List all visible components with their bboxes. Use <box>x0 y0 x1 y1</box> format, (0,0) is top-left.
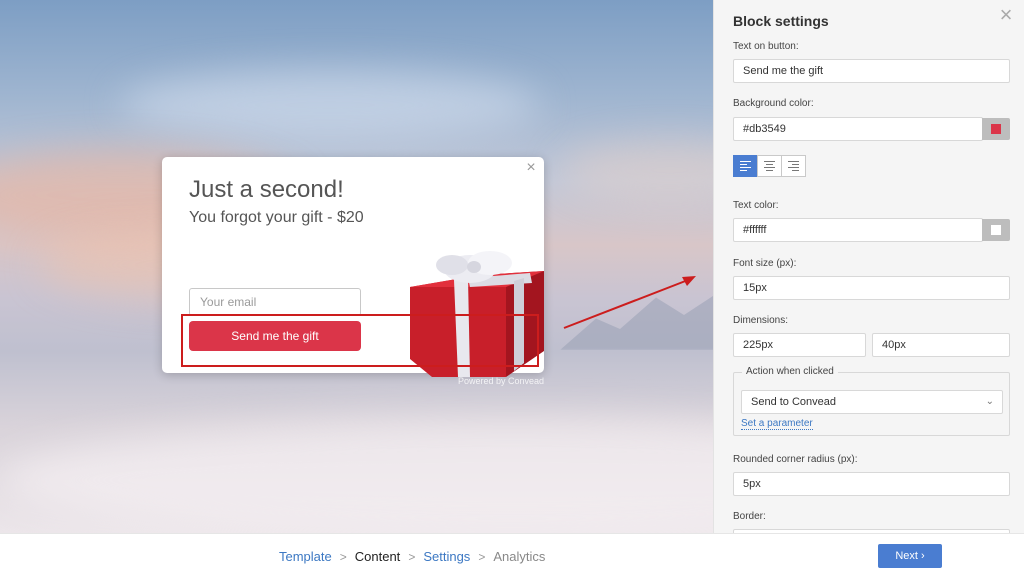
background-cloud <box>120 70 540 140</box>
align-center-icon <box>764 159 775 173</box>
chevron-right-icon: > <box>478 549 486 564</box>
dimensions-label: Dimensions: <box>733 315 789 326</box>
align-right-button[interactable] <box>781 155 806 177</box>
panel-close-icon[interactable]: × <box>994 4 1018 28</box>
action-select[interactable]: Send to Convead ⌄ <box>741 390 1003 414</box>
panel-title: Block settings <box>733 13 829 29</box>
align-center-button[interactable] <box>757 155 782 177</box>
text-alignment-group <box>733 155 807 177</box>
action-when-clicked-group: Action when clicked Send to Convead ⌄ Se… <box>733 366 1010 436</box>
popup-email-input[interactable] <box>189 288 361 316</box>
text-color-input[interactable] <box>733 218 983 242</box>
text-on-button-input[interactable] <box>733 59 1010 83</box>
pointer-arrow <box>563 276 696 329</box>
chevron-right-icon: > <box>339 549 347 564</box>
corner-radius-label: Rounded corner radius (px): <box>733 454 858 465</box>
next-button[interactable]: Next › <box>878 544 942 568</box>
wizard-footer: Template > Content > Settings > Analytic… <box>0 533 1024 576</box>
powered-by-label: Powered by Convead <box>457 376 544 386</box>
step-settings[interactable]: Settings <box>423 549 470 564</box>
popup-subtitle[interactable]: You forgot your gift - $20 <box>189 209 364 227</box>
text-color-picker[interactable] <box>982 219 1010 241</box>
wizard-steps: Template > Content > Settings > Analytic… <box>279 549 545 564</box>
font-size-input[interactable] <box>733 276 1010 300</box>
step-analytics[interactable]: Analytics <box>493 549 545 564</box>
corner-radius-input[interactable] <box>733 472 1010 496</box>
popup-title[interactable]: Just a second! <box>189 176 344 204</box>
height-input[interactable] <box>872 333 1010 357</box>
align-left-button[interactable] <box>733 155 758 177</box>
color-swatch-icon <box>991 124 1001 134</box>
border-label: Border: <box>733 511 766 522</box>
set-parameter-link[interactable]: Set a parameter <box>741 418 813 430</box>
font-size-label: Font size (px): <box>733 258 797 269</box>
background-color-picker[interactable] <box>982 118 1010 140</box>
text-on-button-label: Text on button: <box>733 41 799 52</box>
background-color-label: Background color: <box>733 98 814 109</box>
selected-block-highlight <box>181 314 539 367</box>
step-content[interactable]: Content <box>355 549 401 564</box>
action-select-value: Send to Convead <box>751 396 837 408</box>
align-left-icon <box>740 159 751 173</box>
color-swatch-icon <box>991 225 1001 235</box>
background-color-input[interactable] <box>733 117 983 141</box>
popup-close-icon[interactable]: × <box>524 160 538 176</box>
chevron-right-icon: > <box>408 549 416 564</box>
chevron-down-icon: ⌄ <box>985 396 994 407</box>
text-color-label: Text color: <box>733 200 779 211</box>
block-settings-panel: Block settings × Text on button: Backgro… <box>713 0 1024 533</box>
step-template[interactable]: Template <box>279 549 332 564</box>
align-right-icon <box>788 159 799 173</box>
action-legend: Action when clicked <box>742 366 838 377</box>
width-input[interactable] <box>733 333 866 357</box>
